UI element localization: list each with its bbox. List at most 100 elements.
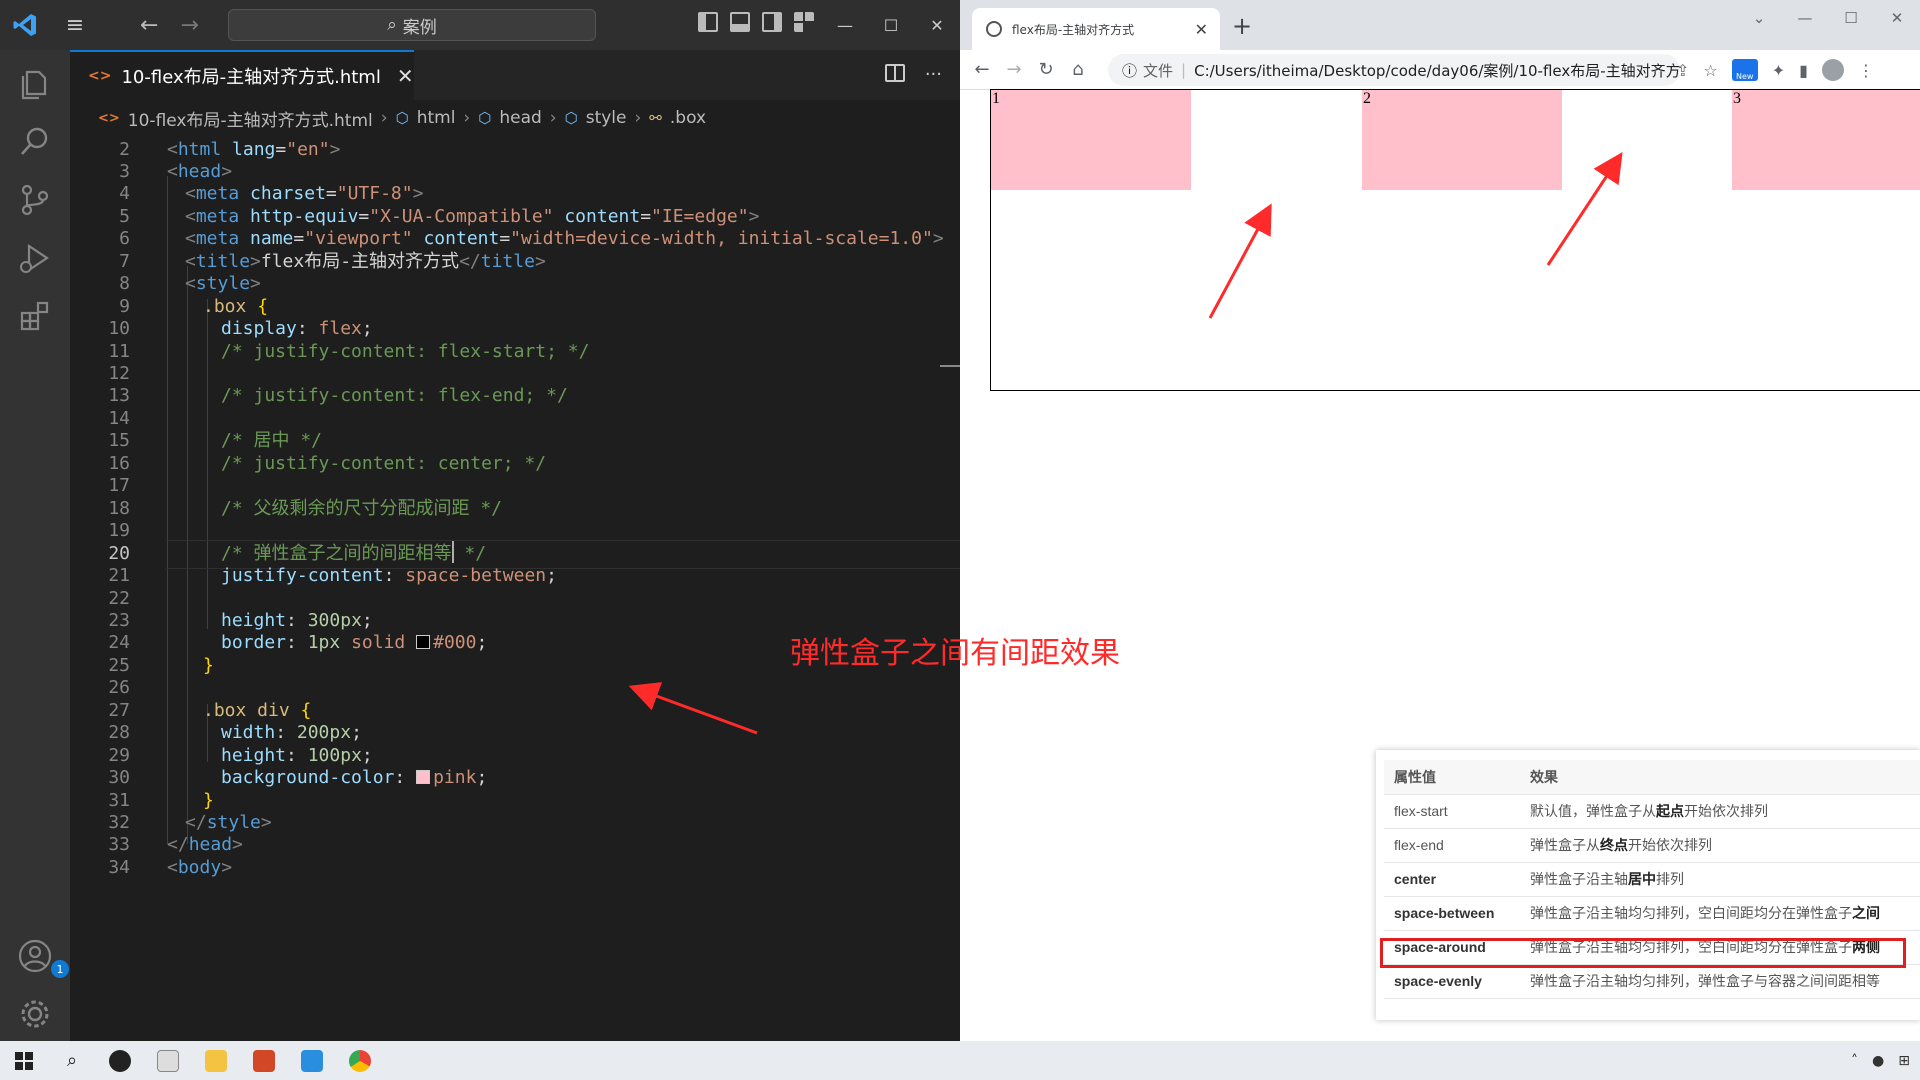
table-cell-effect: 弹性盒子沿主轴居中排列 xyxy=(1520,862,1920,897)
breadcrumb-item-head[interactable]: head xyxy=(499,108,541,128)
code-editor[interactable]: 2 <html lang="en"> 3 <head> 4 <meta charset="… xyxy=(70,136,960,1041)
maximize-icon[interactable]: ☐ xyxy=(868,0,914,50)
table-cell-effect: 弹性盒子沿主轴均匀排列，空白间距均分在弹性盒子之间 xyxy=(1520,896,1920,931)
windows-taskbar: ⌕ ˄ ● ⊞ xyxy=(0,1041,1920,1080)
table-row: flex-start 默认值，弹性盒子从起点开始依次排列 xyxy=(1384,794,1920,829)
profile-avatar[interactable] xyxy=(1821,59,1844,81)
taskbar-powerpoint-icon[interactable] xyxy=(240,1041,288,1080)
command-center-label: 案例 xyxy=(402,17,437,38)
accounts-badge: 1 xyxy=(51,960,69,978)
vscode-titlebar: ≡ ← → ⌕ 案例 — ☐ ✕ xyxy=(0,0,960,50)
run-debug-icon[interactable] xyxy=(17,240,53,276)
address-scheme-label: 文件 xyxy=(1143,61,1174,80)
home-icon[interactable]: ⌂ xyxy=(1062,59,1094,80)
settings-gear-icon[interactable] xyxy=(17,996,53,1032)
share-icon[interactable]: ⇪ xyxy=(1676,61,1689,80)
tray-network-icon[interactable]: ⊞ xyxy=(1898,1053,1910,1069)
accounts-icon[interactable]: 1 xyxy=(17,938,69,978)
breadcrumb-item-html[interactable]: html xyxy=(417,108,456,128)
table-cell-value: space-between xyxy=(1384,896,1520,931)
table-row: flex-end 弹性盒子从终点开始依次排列 xyxy=(1384,828,1920,863)
forward-arrow-icon[interactable]: → xyxy=(180,13,198,38)
table-cell-effect: 默认值，弹性盒子从起点开始依次排列 xyxy=(1520,794,1920,829)
tab-close-icon[interactable]: ✕ xyxy=(397,64,414,88)
breadcrumb-item-style[interactable]: style xyxy=(586,108,627,128)
breadcrumb-item-file[interactable]: 10-flex布局-主轴对齐方式.html xyxy=(128,106,373,131)
tab-search-chevron-icon[interactable]: ⌄ xyxy=(1736,0,1782,36)
table-cell-effect: 弹性盒子从终点开始依次排列 xyxy=(1520,828,1920,863)
vscode-window: ≡ ← → ⌕ 案例 — ☐ ✕ 1 <> 10-flex布局-主轴对齐方式.h… xyxy=(0,0,960,1041)
maximize-icon[interactable]: ☐ xyxy=(1828,0,1874,36)
chrome-tab-strip: flex布局-主轴对齐方式 ✕ + ⌄ — ☐ ✕ xyxy=(960,0,1920,50)
taskbar-app-obs-icon[interactable] xyxy=(96,1041,144,1080)
customize-layout-icon[interactable] xyxy=(794,12,814,32)
flex-item-1: 1 xyxy=(991,90,1191,190)
extensions-puzzle-icon[interactable]: ✦ xyxy=(1772,61,1785,80)
source-control-icon[interactable] xyxy=(17,182,53,218)
new-tab-plus-icon[interactable]: + xyxy=(1232,12,1252,40)
table-header-effect: 效果 xyxy=(1520,760,1920,795)
breadcrumb-item-box[interactable]: .box xyxy=(670,108,706,128)
back-arrow-icon[interactable]: ← xyxy=(966,59,998,80)
forward-arrow-icon[interactable]: → xyxy=(998,59,1030,80)
taskbar-file-explorer-icon[interactable] xyxy=(192,1041,240,1080)
toggle-panel-icon[interactable] xyxy=(730,12,750,32)
table-header-value: 属性值 xyxy=(1384,760,1520,795)
new-extension-icon[interactable]: New xyxy=(1731,59,1758,81)
close-icon[interactable]: ✕ xyxy=(914,0,960,50)
editor-tab-bar: <> 10-flex布局-主轴对齐方式.html ✕ ··· xyxy=(70,50,960,100)
table-cell-value: flex-end xyxy=(1384,828,1520,863)
line-number: 34 xyxy=(108,856,130,878)
hamburger-menu-icon[interactable]: ≡ xyxy=(50,0,100,50)
vscode-logo-icon xyxy=(0,0,50,50)
element-cube-icon: ⬡ xyxy=(478,109,492,127)
table-cell-effect: 弹性盒子沿主轴均匀排列，弹性盒子与容器之间间距相等 xyxy=(1520,964,1920,999)
search-icon[interactable] xyxy=(17,124,53,160)
table-row: space-evenly 弹性盒子沿主轴均匀排列，弹性盒子与容器之间间距相等 xyxy=(1384,964,1920,999)
address-bar[interactable]: ⓘ 文件 | C:/Users/itheima/Desktop/code/day… xyxy=(1108,54,1680,86)
code-text: <body> xyxy=(167,856,233,878)
bookmark-star-icon[interactable]: ☆ xyxy=(1703,61,1717,80)
command-center-search[interactable]: ⌕ 案例 xyxy=(228,9,596,41)
tray-chevron-up-icon[interactable]: ˄ xyxy=(1851,1053,1858,1069)
explorer-icon[interactable] xyxy=(17,66,53,102)
extensions-icon[interactable] xyxy=(17,298,53,334)
editor-tab-active[interactable]: <> 10-flex布局-主轴对齐方式.html ✕ xyxy=(70,50,414,100)
toggle-secondary-sidebar-icon[interactable] xyxy=(762,12,782,32)
annotation-text: 弹性盒子之间有间距效果 xyxy=(790,636,1120,671)
minimize-icon[interactable]: — xyxy=(822,0,868,50)
windows-start-icon[interactable] xyxy=(0,1041,48,1080)
code-line[interactable]: 34 <body> xyxy=(70,854,960,881)
taskbar-search-icon[interactable]: ⌕ xyxy=(48,1041,96,1080)
side-panel-icon[interactable]: ▮ xyxy=(1799,61,1808,80)
tab-close-icon[interactable]: ✕ xyxy=(1195,20,1208,39)
split-editor-icon[interactable] xyxy=(884,64,905,82)
table-cell-value: center xyxy=(1384,862,1520,897)
justify-content-reference-table: 属性值 效果 flex-start 默认值，弹性盒子从起点开始依次排列 flex-e… xyxy=(1376,750,1920,1020)
chevron-right-icon: › xyxy=(634,108,642,128)
breadcrumb: <> 10-flex布局-主轴对齐方式.html › ⬡ html › ⬡ he… xyxy=(70,100,960,136)
table-cell-value: space-evenly xyxy=(1384,964,1520,999)
menu-kebab-icon[interactable]: ⋮ xyxy=(1858,61,1874,80)
reload-icon[interactable]: ↻ xyxy=(1030,59,1062,80)
table-row: center 弹性盒子沿主轴居中排列 xyxy=(1384,862,1920,897)
close-icon[interactable]: ✕ xyxy=(1874,0,1920,36)
more-actions-icon[interactable]: ··· xyxy=(925,64,942,85)
table-cell-value: flex-start xyxy=(1384,794,1520,829)
chrome-tab-active[interactable]: flex布局-主轴对齐方式 ✕ xyxy=(972,8,1220,50)
minimap-slider[interactable] xyxy=(940,365,960,367)
info-icon: ⓘ xyxy=(1122,61,1138,80)
globe-icon xyxy=(986,21,1002,37)
html-file-icon: <> xyxy=(98,110,120,126)
tray-app-icon[interactable]: ● xyxy=(1872,1053,1884,1069)
table-row: space-between 弹性盒子沿主轴均匀排列，空白间距均分在弹性盒子之间 xyxy=(1384,896,1920,931)
taskbar-vscode-icon[interactable] xyxy=(288,1041,336,1080)
element-cube-icon: ⬡ xyxy=(395,109,409,127)
back-arrow-icon[interactable]: ← xyxy=(140,13,158,38)
toggle-primary-sidebar-icon[interactable] xyxy=(698,12,718,32)
minimize-icon[interactable]: — xyxy=(1782,0,1828,36)
taskbar-app-typora-icon[interactable] xyxy=(144,1041,192,1080)
taskbar-chrome-icon[interactable] xyxy=(336,1041,384,1080)
html-file-icon: <> xyxy=(88,68,112,84)
css-selector-icon: ⚯ xyxy=(649,109,662,127)
